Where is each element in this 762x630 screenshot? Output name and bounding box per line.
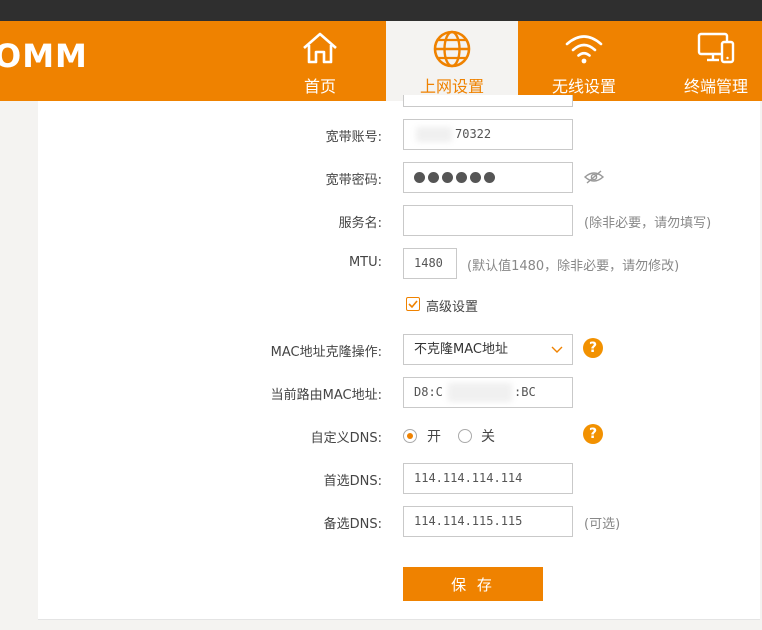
password-dot bbox=[470, 172, 481, 183]
dns-off-radio[interactable] bbox=[458, 429, 472, 443]
custom-dns-label: 自定义DNS: bbox=[310, 431, 382, 446]
account-input[interactable]: 70322 bbox=[403, 119, 573, 150]
password-dots bbox=[414, 170, 498, 184]
brand-logo: OMM bbox=[0, 37, 88, 75]
password-label: 宽带密码: bbox=[325, 173, 382, 188]
globe-icon bbox=[433, 30, 471, 68]
secondary-dns-hint: (可选) bbox=[584, 517, 621, 532]
save-button[interactable]: 保 存 bbox=[403, 567, 543, 601]
account-label: 宽带账号: bbox=[325, 130, 382, 145]
nav-terminal-label: 终端管理 bbox=[683, 77, 748, 96]
current-mac-value: D8:C :BC bbox=[403, 377, 573, 408]
nav-internet-settings[interactable]: 上网设置 bbox=[386, 21, 518, 101]
dns-on-label: 开 bbox=[427, 429, 441, 445]
settings-panel bbox=[38, 95, 760, 620]
custom-dns-help-icon[interactable]: ? bbox=[583, 424, 603, 444]
clipped-field bbox=[403, 95, 573, 107]
advanced-settings-checkbox[interactable] bbox=[406, 297, 420, 311]
service-name-hint: (除非必要，请勿填写) bbox=[584, 216, 712, 231]
nav-wireless-settings[interactable]: 无线设置 bbox=[518, 21, 650, 101]
secondary-dns-input[interactable]: 114.114.115.115 bbox=[403, 506, 573, 537]
password-dot bbox=[484, 172, 495, 183]
password-dot bbox=[442, 172, 453, 183]
mac-clone-help-icon[interactable]: ? bbox=[583, 338, 603, 358]
wifi-icon bbox=[565, 35, 603, 64]
mtu-label: MTU: bbox=[348, 255, 382, 270]
checkmark-icon bbox=[408, 300, 418, 309]
dns-on-radio[interactable] bbox=[403, 429, 417, 443]
dns-off-label: 关 bbox=[481, 429, 495, 445]
home-icon bbox=[303, 32, 337, 64]
mtu-hint: (默认值1480，除非必要，请勿修改) bbox=[467, 259, 680, 274]
header-bar: OMM 首页 上网设置 无线设置 终端管理 bbox=[0, 21, 762, 101]
password-input[interactable] bbox=[403, 162, 573, 193]
nav-home-label: 首页 bbox=[303, 77, 336, 96]
mac-clone-label: MAC地址克隆操作: bbox=[270, 345, 382, 360]
redacted-blur bbox=[448, 383, 512, 402]
nav-wireless-label: 无线设置 bbox=[551, 77, 616, 96]
current-mac-label: 当前路由MAC地址: bbox=[270, 388, 382, 403]
nav-terminal-management[interactable]: 终端管理 bbox=[650, 21, 762, 101]
service-name-label: 服务名: bbox=[338, 216, 382, 231]
devices-icon bbox=[697, 32, 735, 64]
chevron-down-icon bbox=[551, 346, 563, 353]
mac-clone-select[interactable]: 不克隆MAC地址 bbox=[403, 334, 573, 365]
window-top-bar bbox=[0, 0, 762, 21]
nav-internet-label: 上网设置 bbox=[419, 77, 484, 96]
advanced-settings-label: 高级设置 bbox=[426, 300, 479, 315]
primary-dns-label: 首选DNS: bbox=[323, 474, 382, 489]
primary-dns-input[interactable]: 114.114.114.114 bbox=[403, 463, 573, 494]
redacted-blur bbox=[416, 127, 452, 142]
mtu-input[interactable]: 1480 bbox=[403, 248, 457, 279]
password-dot bbox=[414, 172, 425, 183]
eye-slash-icon[interactable] bbox=[583, 169, 605, 185]
secondary-dns-label: 备选DNS: bbox=[323, 517, 382, 532]
service-name-input[interactable] bbox=[403, 205, 573, 236]
password-dot bbox=[456, 172, 467, 183]
password-dot bbox=[428, 172, 439, 183]
nav-home[interactable]: 首页 bbox=[254, 21, 386, 101]
